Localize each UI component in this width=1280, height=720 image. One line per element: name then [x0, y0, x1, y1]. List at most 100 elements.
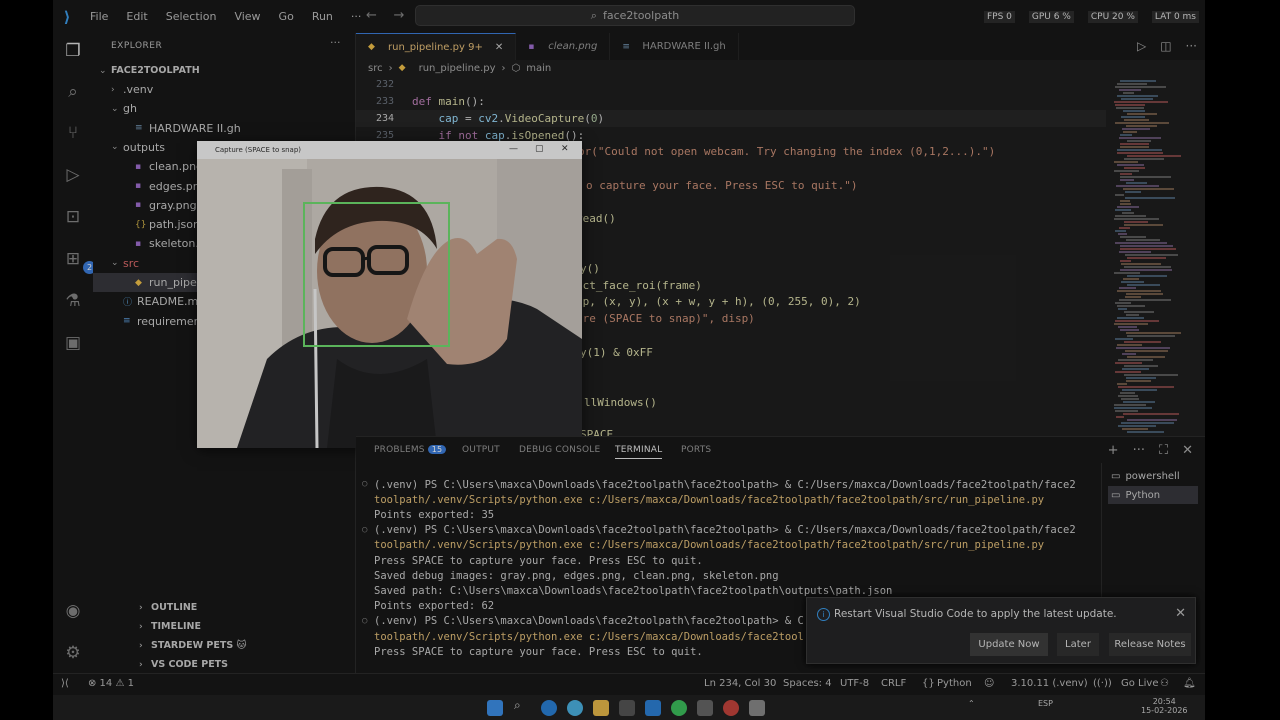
terminal-item-python[interactable]: ▭ Python	[1108, 486, 1198, 504]
minimap-line	[1121, 98, 1153, 100]
more-actions-icon[interactable]: ···	[1133, 443, 1145, 458]
back-arrow-icon[interactable]: ←	[366, 8, 377, 23]
sidebar-section[interactable]: › OUTLINE	[93, 598, 356, 617]
sidebar-section[interactable]: › STARDEW PETS 🐱	[93, 636, 356, 655]
sidebar-section[interactable]: › TIMELINE	[93, 617, 356, 636]
minimap[interactable]	[1106, 76, 1198, 436]
close-icon[interactable]: ✕	[495, 42, 503, 53]
minimize-icon[interactable]: —	[509, 144, 518, 154]
more-actions-icon[interactable]: ···	[1186, 39, 1197, 53]
tree-item[interactable]: › .venv	[93, 80, 356, 99]
edge-browser-icon[interactable]	[541, 700, 557, 716]
sidebar-section-label: OUTLINE	[151, 602, 198, 613]
status-cursor-position[interactable]: Ln 234, Col 30	[704, 678, 776, 689]
status-go-live[interactable]: Go Live	[1121, 678, 1158, 689]
whatsapp-icon[interactable]	[671, 700, 687, 716]
menu-edit[interactable]: Edit	[117, 10, 156, 23]
status-language[interactable]: Python	[937, 678, 972, 689]
minimap-line	[1124, 341, 1161, 343]
tab-problems[interactable]: PROBLEMS 15	[374, 445, 447, 455]
search-icon[interactable]: ⌕	[514, 698, 530, 714]
tab-debug-console[interactable]: DEBUG CONSOLE	[519, 445, 600, 455]
containers-icon[interactable]: ▣	[61, 331, 85, 355]
windows-start-icon[interactable]	[487, 700, 503, 716]
status-encoding[interactable]: UTF-8	[840, 678, 869, 689]
terminal-line: Saved debug images: gray.png, edges.png,…	[374, 569, 779, 582]
capture-window[interactable]: Capture (SPACE to snap) — ▢ ✕	[197, 141, 582, 448]
close-icon[interactable]: ✕	[561, 144, 569, 154]
code-fragment: y()	[580, 262, 600, 275]
vscode-taskbar-icon[interactable]	[645, 700, 661, 716]
workspace-root[interactable]: ⌄ FACE2TOOLPATH	[93, 61, 356, 80]
minimap-line	[1126, 314, 1139, 316]
status-indentation[interactable]: Spaces: 4	[783, 678, 832, 689]
tray-language[interactable]: ESP	[1038, 699, 1053, 708]
chrome-icon[interactable]	[567, 700, 583, 716]
tab-run-pipeline[interactable]: ◆ run_pipeline.py 9+ ✕	[356, 33, 517, 60]
file-explorer-icon[interactable]	[593, 700, 609, 716]
minimap-line	[1120, 248, 1176, 250]
minimap-line	[1115, 209, 1131, 211]
terminal-line: Points exported: 35	[374, 508, 495, 521]
explorer-more-icon[interactable]: ···	[330, 36, 341, 49]
close-panel-icon[interactable]: ✕	[1182, 443, 1193, 458]
terminal-item-powershell[interactable]: ▭ powershell	[1108, 467, 1198, 485]
breadcrumb-file[interactable]: run_pipeline.py	[419, 63, 496, 74]
testing-icon[interactable]: ⚗	[61, 289, 85, 313]
source-control-icon[interactable]: ⑂	[61, 121, 85, 145]
update-now-button[interactable]: Update Now	[970, 633, 1048, 656]
forward-arrow-icon[interactable]: →	[393, 8, 404, 23]
command-center-search[interactable]: ⌕ face2toolpath	[415, 5, 855, 26]
menu-selection[interactable]: Selection	[157, 10, 226, 23]
tray-clock[interactable]: 20:54 15-02-2026	[1141, 697, 1188, 715]
sidebar-section[interactable]: › VS CODE PETS	[93, 655, 356, 674]
tab-clean-png[interactable]: ▪ clean.png	[516, 33, 611, 60]
breadcrumb-src[interactable]: src	[368, 63, 383, 74]
account-icon[interactable]: ◉	[61, 599, 85, 623]
remote-icon[interactable]: ⟩⟨	[61, 678, 69, 689]
close-icon[interactable]: ✕	[1175, 606, 1186, 621]
run-file-icon[interactable]: ▷	[1137, 39, 1146, 53]
app-icon[interactable]	[723, 700, 739, 716]
terminal-icon: ▭	[1111, 489, 1121, 501]
explorer-title: EXPLORER	[111, 41, 163, 51]
explorer-icon[interactable]: ❐	[61, 39, 85, 63]
minimap-line	[1126, 332, 1181, 334]
status-interpreter[interactable]: 3.10.11 (.venv)	[1011, 678, 1088, 689]
method-icon: ⬡	[511, 63, 521, 74]
split-editor-icon[interactable]: ◫	[1160, 39, 1171, 53]
account-sync-icon[interactable]: ⚇	[1160, 678, 1169, 689]
extensions-icon[interactable]: ⊞ 2	[61, 247, 96, 274]
new-terminal-icon[interactable]: +	[1108, 443, 1119, 458]
menu-run[interactable]: Run	[303, 10, 342, 23]
status-problems[interactable]: ⊗ 14 ⚠ 1	[88, 678, 134, 689]
status-eol[interactable]: CRLF	[881, 678, 906, 689]
menu-go[interactable]: Go	[270, 10, 303, 23]
tab-hardware-gh[interactable]: ≡ HARDWARE II.gh	[610, 33, 739, 60]
tree-item[interactable]: ≡ HARDWARE II.gh	[93, 119, 356, 138]
run-debug-icon[interactable]: ▷	[61, 163, 85, 187]
search-icon[interactable]: ⌕	[61, 80, 85, 104]
maximize-panel-icon[interactable]: ⛶	[1159, 443, 1168, 458]
release-notes-button[interactable]: Release Notes	[1109, 633, 1191, 656]
tab-ports[interactable]: PORTS	[681, 445, 711, 455]
breadcrumb-symbol[interactable]: main	[526, 63, 551, 74]
chevron-right-icon: ›	[501, 63, 506, 74]
tray-chevron-up-icon[interactable]: ⌃	[968, 699, 975, 708]
remote-explorer-icon[interactable]: ⊡	[61, 205, 85, 229]
notifications-bell-icon[interactable]: 🔔︎	[1183, 678, 1196, 689]
tab-terminal[interactable]: TERMINAL	[615, 445, 663, 459]
later-button[interactable]: Later	[1057, 633, 1099, 656]
tree-item[interactable]: ⌄ gh	[93, 99, 356, 118]
menu-view[interactable]: View	[225, 10, 269, 23]
copilot-icon[interactable]: ☺	[984, 678, 994, 689]
app-icon[interactable]	[619, 700, 635, 716]
activity-bar: ❐ ⌕ ⑂ ▷ ⊡ ⊞ 2 ⚗ ▣ ◉ ⚙	[53, 33, 96, 673]
python-window-icon[interactable]	[749, 700, 765, 716]
tab-output[interactable]: OUTPUT	[462, 445, 500, 455]
minimap-line	[1118, 386, 1174, 388]
maximize-icon[interactable]: ▢	[535, 144, 544, 154]
settings-gear-icon[interactable]: ⚙	[61, 641, 85, 665]
app-icon[interactable]	[697, 700, 713, 716]
menu-file[interactable]: File	[81, 10, 117, 23]
